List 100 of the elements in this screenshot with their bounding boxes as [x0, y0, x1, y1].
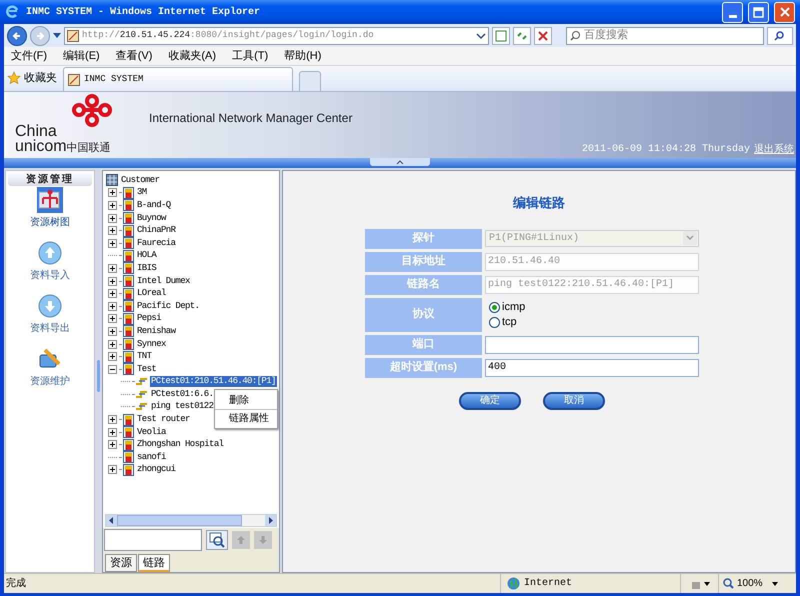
- sidebar-item[interactable]: 资源维护: [6, 346, 94, 398]
- sidebar-item[interactable]: 资料导出: [6, 293, 94, 345]
- sidebar-item[interactable]: 资源树图: [6, 187, 94, 239]
- horizontal-scrollbar[interactable]: [105, 514, 277, 527]
- expand-toggle[interactable]: [108, 264, 117, 273]
- menu-item[interactable]: 删除: [215, 392, 249, 408]
- expand-toggle[interactable]: [108, 352, 117, 362]
- text-field[interactable]: 400: [485, 358, 699, 376]
- menu-item[interactable]: 文件(F): [11, 48, 48, 64]
- tree-item[interactable]: HOLA: [136, 250, 158, 262]
- tree-item[interactable]: sanofi: [136, 452, 167, 463]
- address-field[interactable]: http://210.51.45.224:8080/insight/pages/login/login.do: [64, 26, 489, 44]
- tree-search-field[interactable]: [104, 529, 202, 551]
- expand-toggle[interactable]: [108, 326, 117, 336]
- back-button[interactable]: [7, 26, 27, 46]
- compatibility-button[interactable]: [492, 26, 510, 44]
- expand-toggle[interactable]: [108, 238, 117, 248]
- tree-item[interactable]: Test: [136, 364, 158, 375]
- expand-toggle[interactable]: [108, 465, 117, 474]
- expand-toggle[interactable]: [108, 276, 117, 286]
- text-field[interactable]: [485, 336, 699, 354]
- radio-option[interactable]: icmp: [489, 300, 699, 314]
- user-icon: [123, 338, 134, 350]
- tree-item[interactable]: PCtest01:6.6.: [150, 388, 214, 400]
- magnifier-icon: [723, 578, 734, 589]
- menu-item[interactable]: 工具(T): [232, 48, 268, 64]
- scroll-left-button[interactable]: [106, 515, 117, 526]
- dropdown-arrow-icon[interactable]: [53, 32, 61, 38]
- expand-toggle[interactable]: [108, 314, 117, 324]
- expand-toggle[interactable]: [108, 415, 117, 424]
- refresh-button[interactable]: [513, 26, 531, 44]
- collapse-toggle[interactable]: [108, 364, 117, 374]
- close-button[interactable]: [774, 2, 795, 22]
- tree-item[interactable]: Renishaw: [136, 326, 176, 337]
- user-icon: [123, 312, 134, 325]
- tree-item[interactable]: 3M: [136, 187, 148, 198]
- menu-item[interactable]: 收藏夹(A): [168, 48, 216, 64]
- zoom-button[interactable]: 100%: [718, 574, 788, 593]
- collapse-handle[interactable]: [370, 158, 430, 166]
- maximize-button[interactable]: [748, 2, 769, 22]
- stop-button[interactable]: [534, 26, 552, 44]
- menu-item[interactable]: 编辑(E): [63, 48, 100, 64]
- menu-item[interactable]: 查看(V): [116, 48, 152, 64]
- tree-item[interactable]: IBIS: [136, 262, 158, 274]
- search-input[interactable]: 百度搜索: [584, 27, 760, 44]
- tree-item[interactable]: Buynow: [136, 212, 167, 224]
- sidebar-item[interactable]: 资料导入: [6, 240, 94, 292]
- user-icon: [123, 212, 134, 224]
- favorites-button[interactable]: 收藏夹: [7, 67, 57, 89]
- expand-toggle[interactable]: [108, 200, 117, 210]
- radio-button[interactable]: [489, 302, 500, 312]
- down-arrow-icon: [258, 535, 268, 545]
- minimize-button[interactable]: [722, 2, 743, 22]
- field-label: 目标地址: [365, 252, 482, 272]
- expand-toggle[interactable]: [108, 289, 117, 298]
- tree-item[interactable]: Pacific Dept.: [136, 300, 200, 312]
- scroll-right-button[interactable]: [265, 515, 276, 526]
- tree-item[interactable]: ping test0122: [150, 401, 214, 412]
- menu-item[interactable]: 链路属性: [215, 411, 269, 426]
- radio-button[interactable]: [489, 316, 500, 328]
- tree-item[interactable]: zhongcui: [136, 464, 176, 476]
- radio-option[interactable]: tcp: [489, 315, 699, 329]
- window-title: INMC SYSTEM - Windows Internet Explorer: [26, 6, 262, 20]
- splitter-handle[interactable]: [97, 360, 100, 392]
- user-icon: [123, 451, 134, 464]
- tree-item[interactable]: Synnex: [136, 338, 167, 350]
- panel-tab[interactable]: 链路: [138, 554, 170, 572]
- user-icon: [123, 414, 134, 426]
- expand-toggle[interactable]: [108, 226, 117, 236]
- expand-toggle[interactable]: [108, 302, 117, 311]
- menu-item[interactable]: 帮助(H): [284, 48, 322, 64]
- search-field[interactable]: 百度搜索: [566, 26, 764, 44]
- panel-tab[interactable]: 资源: [105, 554, 137, 572]
- expand-toggle[interactable]: [108, 340, 117, 349]
- tree-item[interactable]: Test router: [136, 414, 191, 426]
- user-icon: [123, 438, 134, 451]
- tree-item[interactable]: Pepsi: [136, 313, 162, 324]
- tree-item[interactable]: Intel Dumex: [136, 276, 191, 287]
- field-label: 端口: [365, 334, 482, 354]
- tree-item[interactable]: TNT: [136, 351, 152, 362]
- sidebar-title: 资源管理: [8, 172, 92, 186]
- tree-item[interactable]: LOreal: [136, 288, 167, 300]
- expand-toggle[interactable]: [108, 440, 117, 450]
- search-icon: [570, 30, 581, 41]
- tree-item[interactable]: PCtest01:210.51.46.40:[P1]: [150, 376, 277, 388]
- tree-item[interactable]: Zhongshan Hospital: [136, 439, 224, 450]
- tree-item[interactable]: ChinaPnR: [136, 225, 176, 236]
- tree-item[interactable]: Faurecia: [136, 238, 176, 249]
- expand-toggle[interactable]: [108, 214, 117, 223]
- search-button[interactable]: [767, 26, 793, 44]
- tree-item[interactable]: Customer: [120, 174, 160, 186]
- tree-item[interactable]: Veolia: [136, 426, 167, 438]
- browser-tab[interactable]: INMC SYSTEM: [63, 67, 293, 91]
- expand-toggle[interactable]: [108, 188, 117, 198]
- scrollbar-thumb[interactable]: [117, 515, 242, 526]
- tree-item[interactable]: B-and-Q: [136, 200, 172, 211]
- field-label: 超时设置(ms): [365, 358, 482, 378]
- search-button[interactable]: [206, 530, 228, 550]
- close-icon: [538, 30, 548, 40]
- expand-toggle[interactable]: [108, 428, 117, 437]
